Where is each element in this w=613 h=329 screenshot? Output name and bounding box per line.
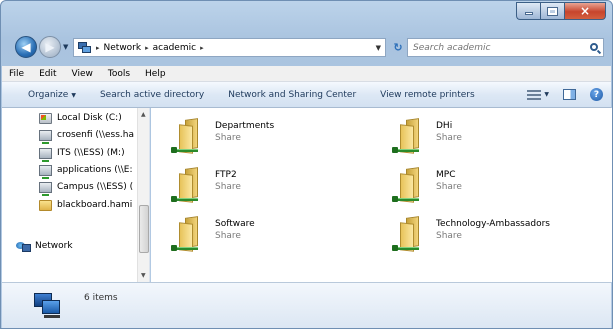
breadcrumb-network[interactable]: Network bbox=[104, 43, 142, 53]
maximize-button[interactable] bbox=[540, 2, 564, 20]
network-computers-icon bbox=[32, 291, 64, 321]
address-dropdown-button[interactable]: ▼ bbox=[376, 44, 381, 52]
caption-buttons: × bbox=[516, 2, 606, 20]
item-count: 6 items bbox=[84, 293, 118, 303]
preview-pane-icon[interactable] bbox=[563, 89, 576, 100]
file-list: Departments Share DHi Share FTP2 Share M… bbox=[151, 108, 612, 282]
menu-tools[interactable]: Tools bbox=[101, 69, 138, 79]
nav-item-applications[interactable]: applications (\\E: bbox=[2, 162, 133, 179]
search-box[interactable] bbox=[407, 38, 604, 57]
maximize-icon bbox=[547, 6, 558, 16]
scroll-up-icon[interactable]: ▲ bbox=[141, 111, 146, 118]
network-drive-icon bbox=[39, 181, 52, 196]
share-item-dhi[interactable]: DHi Share bbox=[372, 112, 572, 154]
title-bar[interactable]: × bbox=[1, 1, 612, 27]
local-disk-icon bbox=[39, 112, 52, 124]
share-item-ftp2[interactable]: FTP2 Share bbox=[151, 161, 351, 203]
network-icon bbox=[16, 240, 31, 252]
refresh-button[interactable]: ↻ bbox=[390, 38, 406, 57]
minimize-icon bbox=[524, 12, 533, 15]
scroll-down-icon[interactable]: ▼ bbox=[141, 272, 146, 279]
back-button[interactable]: ◀ bbox=[15, 36, 37, 58]
forward-arrow-icon: ▶ bbox=[45, 40, 55, 54]
navigation-bar: ◀ ▶ ▼ ▸ Network ▸ academic ▸ ▼ ↻ bbox=[1, 35, 612, 59]
shared-folder-icon bbox=[392, 165, 428, 205]
menu-edit[interactable]: Edit bbox=[32, 69, 64, 79]
close-button[interactable]: × bbox=[564, 2, 606, 20]
close-icon: × bbox=[579, 4, 591, 18]
organize-button[interactable]: Organize ▼ bbox=[2, 90, 88, 100]
chevron-down-icon: ▼ bbox=[71, 91, 76, 99]
network-drive-icon bbox=[39, 164, 52, 179]
nav-item-crosenfi[interactable]: crosenfi (\\ess.ha bbox=[2, 127, 134, 144]
search-active-directory-button[interactable]: Search active directory bbox=[88, 90, 216, 100]
folder-icon bbox=[39, 199, 52, 211]
network-sharing-center-button[interactable]: Network and Sharing Center bbox=[216, 90, 368, 100]
navigation-scrollbar[interactable]: ▲ ▼ bbox=[137, 108, 149, 282]
menu-view[interactable]: View bbox=[65, 69, 101, 79]
shared-folder-icon bbox=[392, 214, 428, 254]
breadcrumb-separator[interactable]: ▸ bbox=[200, 44, 204, 52]
nav-item-local-disk[interactable]: Local Disk (C:) bbox=[2, 110, 122, 126]
address-bar[interactable]: ▸ Network ▸ academic ▸ ▼ bbox=[73, 38, 386, 57]
search-icon[interactable] bbox=[590, 43, 598, 51]
share-item-software[interactable]: Software Share bbox=[151, 210, 351, 252]
share-item-departments[interactable]: Departments Share bbox=[151, 112, 351, 154]
shared-folder-icon bbox=[171, 214, 207, 254]
forward-button[interactable]: ▶ bbox=[39, 36, 61, 58]
menu-file[interactable]: File bbox=[2, 69, 32, 79]
network-icon bbox=[78, 41, 92, 54]
explorer-window: × ◀ ▶ ▼ ▸ Network ▸ academic ▸ ▼ ↻ File … bbox=[0, 0, 613, 329]
nav-item-its[interactable]: ITS (\\ESS) (M:) bbox=[2, 145, 125, 162]
share-item-mpc[interactable]: MPC Share bbox=[372, 161, 572, 203]
views-dropdown-button[interactable]: ▼ bbox=[544, 91, 549, 98]
nav-item-blackboard[interactable]: blackboard.hami bbox=[2, 197, 132, 213]
menu-bar: File Edit View Tools Help bbox=[2, 66, 611, 82]
search-input[interactable] bbox=[413, 42, 583, 53]
help-icon[interactable]: ? bbox=[590, 88, 603, 101]
breadcrumb-separator[interactable]: ▸ bbox=[96, 44, 100, 52]
nav-item-campus[interactable]: Campus (\\ESS) ( bbox=[2, 179, 133, 196]
view-remote-printers-button[interactable]: View remote printers bbox=[368, 90, 487, 100]
menu-help[interactable]: Help bbox=[138, 69, 174, 79]
details-pane: 6 items bbox=[2, 282, 611, 328]
refresh-icon: ↻ bbox=[393, 41, 403, 54]
nav-item-network[interactable]: Network bbox=[2, 238, 73, 254]
navigation-pane: Local Disk (C:) crosenfi (\\ess.ha ITS (… bbox=[2, 108, 150, 282]
breadcrumb-academic[interactable]: academic bbox=[153, 43, 196, 53]
recent-pages-dropdown[interactable]: ▼ bbox=[63, 43, 68, 51]
shared-folder-icon bbox=[171, 116, 207, 156]
command-bar: Organize ▼ Search active directory Networ… bbox=[2, 82, 611, 108]
network-drive-icon bbox=[39, 129, 52, 144]
change-view-icon[interactable] bbox=[527, 89, 542, 100]
breadcrumb-separator[interactable]: ▸ bbox=[145, 44, 149, 52]
minimize-button[interactable] bbox=[516, 2, 540, 20]
share-item-technology-ambassadors[interactable]: Technology-Ambassadors Share bbox=[372, 210, 572, 252]
shared-folder-icon bbox=[171, 165, 207, 205]
scrollbar-thumb[interactable] bbox=[139, 205, 149, 253]
shared-folder-icon bbox=[392, 116, 428, 156]
command-bar-icons: ▼ ? bbox=[527, 88, 603, 101]
network-drive-icon bbox=[39, 147, 52, 162]
back-arrow-icon: ◀ bbox=[21, 40, 31, 54]
